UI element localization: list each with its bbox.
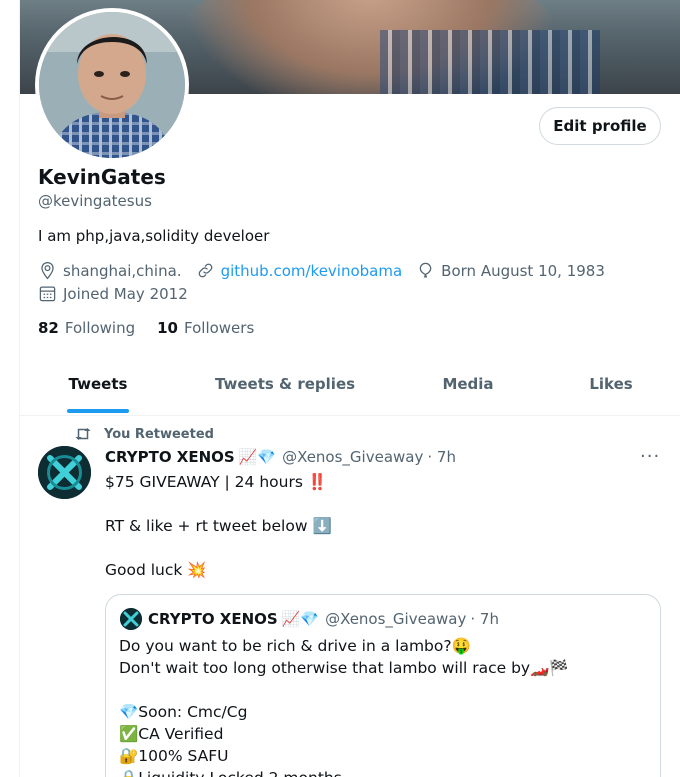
tweet-line: $75 GIVEAWAY | 24 hours ‼️ [105,473,328,491]
profile-handle: @kevingatesus [38,192,152,210]
quoted-tweet[interactable]: CRYPTO XENOS 📈💎 @Xenos_Giveaway · 7h Do … [105,594,661,777]
avatar-illustration [39,12,185,158]
quoted-tweet-time: · 7h [470,610,499,628]
quoted-author-emojis: 📈💎 [281,610,320,628]
quoted-author-name: CRYPTO XENOS [148,610,278,628]
retweet-label: You Retweeted [104,426,214,442]
website-link[interactable]: github.com/kevinobama [221,262,403,280]
tweet-text: $75 GIVEAWAY | 24 hours ‼️ RT & like + r… [105,471,645,581]
tweet-header: CRYPTO XENOS 📈💎 @Xenos_Giveaway · 7h [105,448,456,466]
followers-label: Followers [184,319,255,337]
tweet-author-emojis: 📈💎 [238,448,277,466]
profile-bio: I am php,java,solidity develoer [38,227,270,245]
profile-meta-row-1: shanghai,china. github.com/kevinobama Bo… [38,261,619,280]
quoted-author-avatar [120,608,142,630]
tweet-author-avatar[interactable] [38,446,91,499]
quoted-author-handle: @Xenos_Giveaway [325,610,467,628]
xenos-logo-icon [38,446,91,499]
quoted-line: Don't wait too long otherwise that lambo… [119,659,569,677]
following-label: Following [64,319,136,337]
more-options-icon[interactable]: ··· [640,446,660,467]
tab-tweets-replies[interactable]: Tweets & replies [176,352,394,415]
link-icon [198,263,212,278]
quoted-line: Do you want to be rich & drive in a lamb… [119,637,471,655]
retweet-icon [75,428,91,440]
profile-birthday: Born August 10, 1983 [416,261,605,280]
tweet-line [105,493,645,515]
following-link[interactable]: 82 Following [38,319,135,337]
profile-website[interactable]: github.com/kevinobama [196,261,403,280]
profile-joined: Joined May 2012 [38,284,188,303]
profile-tabs: Tweets Tweets & replies Media Likes [20,352,680,416]
follow-counts: 82 Following 10 Followers [38,319,276,337]
tab-media[interactable]: Media [394,352,542,415]
balloon-icon [419,262,432,278]
xenos-logo-small-icon [120,608,142,630]
profile-location: shanghai,china. [38,261,182,280]
quoted-tweet-header: CRYPTO XENOS 📈💎 @Xenos_Giveaway · 7h [120,608,499,630]
avatar-photo [39,12,185,158]
followers-count: 10 [157,319,178,337]
retweet-context: You Retweeted [74,426,214,442]
tweet-line: Good luck 💥 [105,561,207,579]
profile-page: Edit profile KevinGates @kevingatesus I … [19,0,680,777]
quoted-line [119,679,649,701]
quoted-line: ✅CA Verified [119,725,224,743]
quoted-line: 🔒Liquidity Locked 2 months [119,767,649,777]
quoted-line: 💎Soon: Cmc/Cg [119,703,248,721]
following-count: 82 [38,319,59,337]
tab-tweets[interactable]: Tweets [20,352,176,415]
quoted-tweet-text: Do you want to be rich & drive in a lamb… [119,635,649,777]
profile-avatar[interactable] [35,8,189,162]
calendar-icon [39,286,56,302]
joined-text: Joined May 2012 [63,284,188,303]
profile-meta-row-2: Joined May 2012 [38,284,202,303]
quoted-line: 🔐100% SAFU [119,747,229,765]
tweet-line: RT & like + rt tweet below ⬇️ [105,517,332,535]
location-pin-icon [41,261,54,280]
edit-profile-button[interactable]: Edit profile [539,107,661,145]
tweet-author-handle[interactable]: @Xenos_Giveaway [282,448,423,466]
profile-name: KevinGates [38,165,166,189]
tweet-line [105,537,645,559]
tweet-time[interactable]: · 7h [427,448,456,466]
tab-likes[interactable]: Likes [542,352,680,415]
followers-link[interactable]: 10 Followers [157,319,254,337]
location-text: shanghai,china. [63,261,182,280]
banner-photo-shirt [380,30,600,94]
tweet-author-name[interactable]: CRYPTO XENOS [105,448,235,466]
active-tab-indicator [67,409,129,413]
birthday-text: Born August 10, 1983 [441,261,605,280]
